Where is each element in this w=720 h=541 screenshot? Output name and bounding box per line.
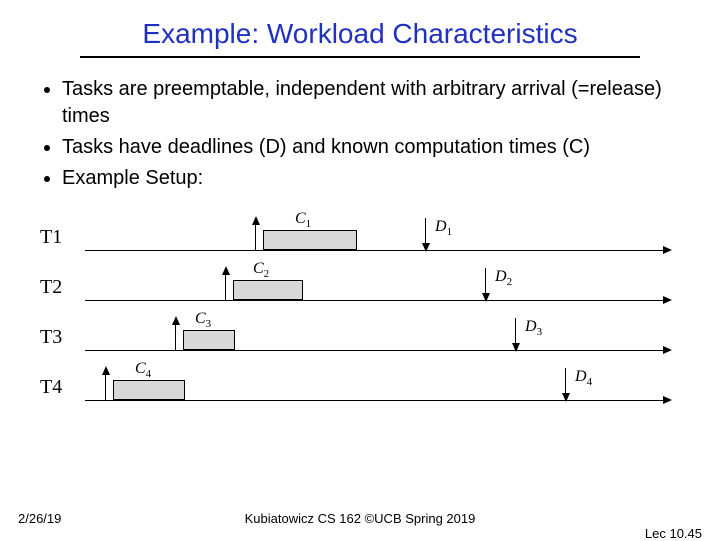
row-t2: T2 C2 D2 (40, 260, 680, 310)
task-box-t1 (263, 230, 357, 250)
axis-t3 (85, 350, 670, 351)
axis-t2 (85, 300, 670, 301)
task-box-t2 (233, 280, 303, 300)
bullet-1: Tasks are preemptable, independent with … (62, 76, 690, 130)
row-label-t3: T3 (40, 326, 62, 349)
row-t1: T1 C1 D1 (40, 210, 680, 260)
row-t4: T4 C4 D4 (40, 360, 680, 410)
deadline-arrow-t1 (425, 218, 426, 250)
bullet-3: Example Setup: (62, 165, 690, 192)
footer-lecnum: Lec 10.45 (645, 526, 702, 541)
row-label-t4: T4 (40, 376, 62, 399)
release-arrow-t2 (225, 268, 226, 300)
c-label-t1: C1 (295, 210, 311, 230)
row-label-t1: T1 (40, 226, 62, 249)
slide-footer: 2/26/19 Kubiatowicz CS 162 ©UCB Spring 2… (0, 511, 720, 526)
d-label-t2: D2 (495, 268, 512, 288)
task-box-t3 (183, 330, 235, 350)
d-label-t1: D1 (435, 218, 452, 238)
row-t3: T3 C3 D3 (40, 310, 680, 360)
bullet-2: Tasks have deadlines (D) and known compu… (62, 134, 690, 161)
axis-t4 (85, 400, 670, 401)
d-label-t4: D4 (575, 368, 592, 388)
row-label-t2: T2 (40, 276, 62, 299)
d-label-t3: D3 (525, 318, 542, 338)
footer-course: Kubiatowicz CS 162 ©UCB Spring 2019 (0, 511, 720, 526)
release-arrow-t1 (255, 218, 256, 250)
axis-t1 (85, 250, 670, 251)
release-arrow-t4 (105, 368, 106, 400)
deadline-arrow-t4 (565, 368, 566, 400)
timeline-diagram: T1 C1 D1 T2 C2 D2 T3 C3 D3 T4 C4 D4 (40, 210, 680, 430)
c-label-t2: C2 (253, 260, 269, 280)
c-label-t4: C4 (135, 360, 151, 380)
deadline-arrow-t3 (515, 318, 516, 350)
footer-date: 2/26/19 (18, 511, 61, 526)
c-label-t3: C3 (195, 310, 211, 330)
bullet-list: Tasks are preemptable, independent with … (40, 76, 690, 192)
deadline-arrow-t2 (485, 268, 486, 300)
slide-title: Example: Workload Characteristics (0, 0, 720, 56)
release-arrow-t3 (175, 318, 176, 350)
title-underline (80, 56, 640, 58)
task-box-t4 (113, 380, 185, 400)
